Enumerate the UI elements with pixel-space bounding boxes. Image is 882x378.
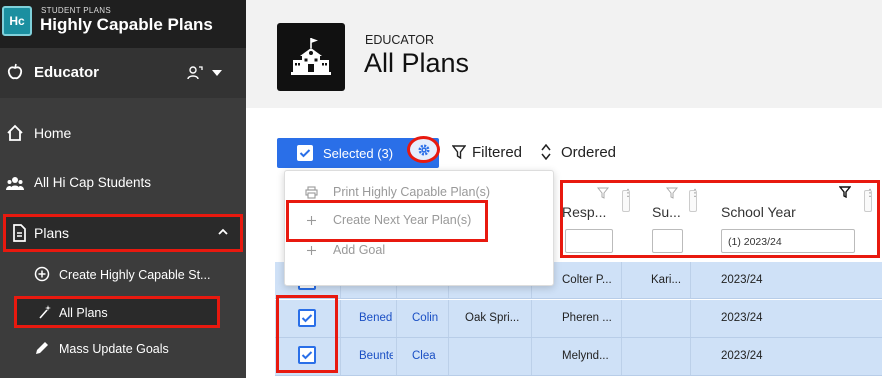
switch-role-icon[interactable] (186, 64, 204, 82)
responsible-filter-input[interactable] (565, 229, 613, 253)
support-filter-input[interactable] (652, 229, 683, 253)
cell-school: Oak Spri... (465, 312, 520, 324)
sidebar-item-label: Home (34, 125, 72, 141)
highlight-row-checkboxes (276, 295, 338, 373)
sidebar-item-create-plan[interactable]: Create Highly Capable St... (0, 260, 246, 290)
chevron-down-icon[interactable] (212, 70, 222, 76)
column-menu-icon[interactable]: ⋮ (622, 189, 633, 212)
sidebar-item-label: All Plans (59, 306, 108, 320)
users-icon (6, 177, 24, 190)
menu-item-label: Print Highly Capable Plan(s) (333, 185, 491, 199)
magic-wand-icon (39, 305, 51, 319)
plus-icon (307, 246, 316, 255)
sidebar-item-label: Mass Update Goals (59, 342, 169, 356)
filter-icon[interactable] (839, 186, 851, 198)
cell-school-year: 2023/24 (721, 274, 763, 286)
filter-icon[interactable] (597, 187, 609, 199)
sidebar-item-all-plans[interactable]: All Plans (14, 296, 220, 328)
pencil-icon (36, 342, 48, 354)
table-row[interactable]: Beunte Clea Melynd... 2023/24 (275, 338, 882, 376)
ordered-label: Ordered (561, 144, 617, 161)
apple-icon (7, 63, 23, 80)
page-title: All Plans (364, 48, 470, 78)
plus-circle-icon (34, 266, 50, 282)
column-menu-icon[interactable]: ⋮ (864, 189, 875, 212)
filter-icon (452, 145, 466, 159)
brand-subtitle: STUDENT PLANS (41, 6, 111, 15)
bulk-actions-button[interactable] (407, 136, 440, 163)
sidebar-item-label: All Hi Cap Students (34, 175, 152, 190)
page-header: EDUCATOR All Plans (246, 0, 882, 108)
filter-icon[interactable] (666, 187, 678, 199)
sidebar-item-label: Plans (34, 225, 70, 241)
cell-first-name[interactable]: Clea (412, 350, 446, 362)
cell-responsible: Melynd... (562, 350, 609, 362)
column-header-responsible[interactable]: Resp... (562, 204, 606, 220)
filtered-label: Filtered (472, 144, 523, 161)
school-year-filter-input[interactable]: (1) 2023/24 (721, 229, 855, 253)
cell-last-name[interactable]: Bened (359, 312, 395, 324)
cell-school-year: 2023/24 (721, 312, 763, 324)
brand-header: Hc STUDENT PLANS Highly Capable Plans (0, 0, 246, 48)
printer-icon (305, 186, 318, 199)
cell-support: Kari... (651, 274, 682, 286)
sidebar-item-plans[interactable]: Plans (3, 214, 243, 252)
menu-item-label: Add Goal (333, 243, 386, 257)
role-selector[interactable]: Educator (0, 48, 246, 98)
column-header-support[interactable]: Su... (652, 204, 681, 220)
page-eyebrow: EDUCATOR (365, 33, 434, 47)
sidebar-item-home[interactable]: Home (0, 116, 246, 150)
app-logo: Hc (2, 6, 32, 36)
table-row[interactable]: Bened Colin Oak Spri... Pheren ... 2023/… (275, 300, 882, 338)
role-label: Educator (34, 64, 100, 81)
school-icon (277, 23, 345, 91)
column-header-school-year[interactable]: School Year (721, 204, 796, 220)
highlight-create-next-year (286, 200, 488, 242)
sidebar-item-label: Create Highly Capable St... (59, 268, 211, 282)
cell-responsible: Colter P... (562, 274, 612, 286)
selected-label: Selected (3) (323, 146, 394, 161)
column-menu-icon[interactable]: ⋮ (689, 189, 700, 212)
home-icon (7, 124, 23, 141)
brand-title: Highly Capable Plans (40, 15, 213, 34)
cell-last-name[interactable]: Beunte (359, 350, 393, 362)
check-icon (297, 145, 313, 161)
cell-school-year: 2023/24 (721, 350, 763, 362)
sidebar: Hc STUDENT PLANS Highly Capable Plans Ed… (0, 0, 246, 378)
sidebar-item-mass-update[interactable]: Mass Update Goals (0, 334, 246, 364)
sidebar-item-students[interactable]: All Hi Cap Students (0, 166, 246, 200)
sort-icon (541, 144, 551, 160)
gear-icon (418, 144, 429, 155)
cell-first-name[interactable]: Colin (412, 312, 446, 324)
document-icon (13, 224, 26, 242)
cell-responsible: Pheren ... (562, 312, 612, 324)
chevron-up-icon[interactable] (218, 227, 228, 237)
